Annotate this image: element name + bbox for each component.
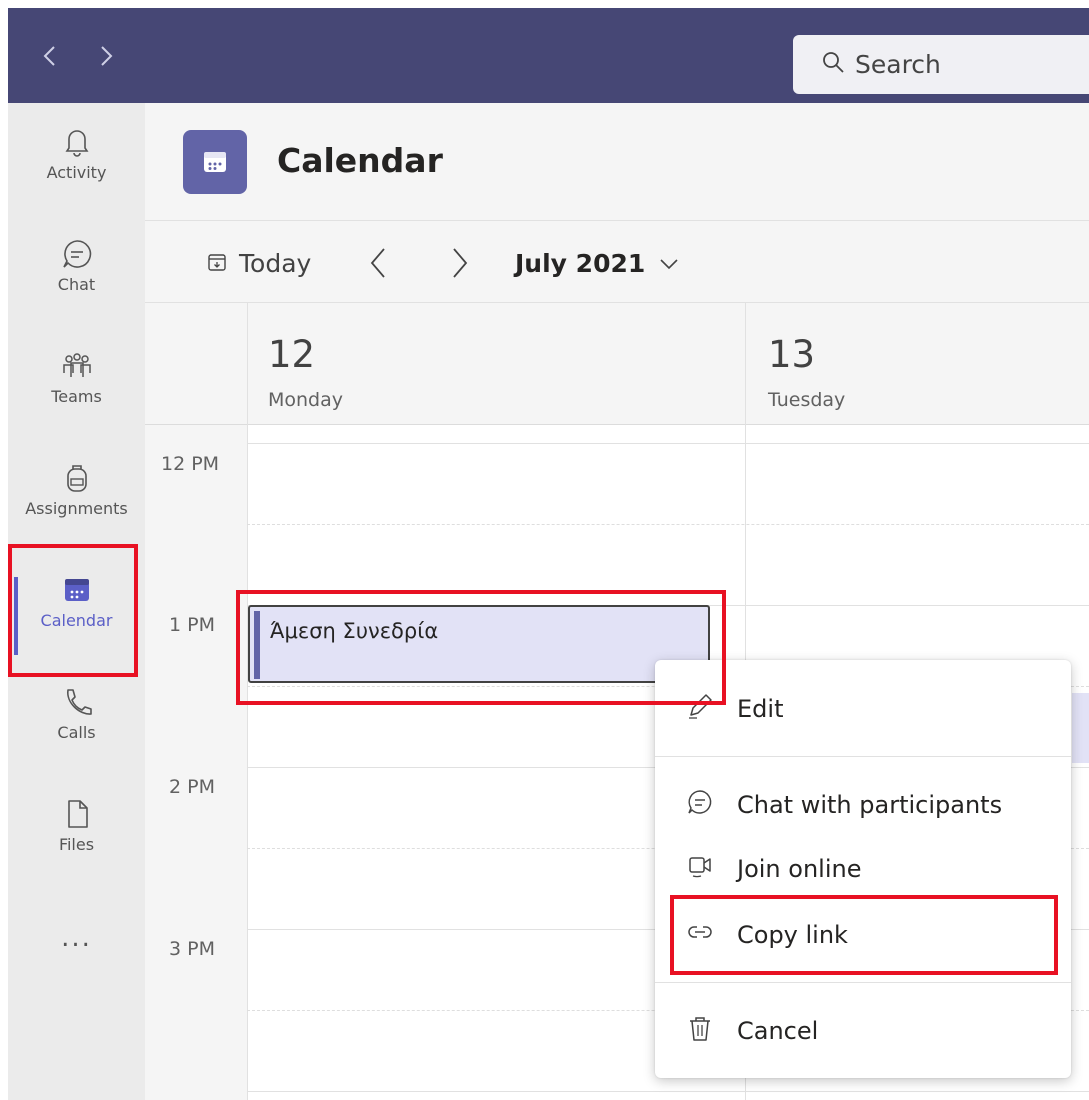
time-label: 2 PM: [169, 776, 215, 798]
tuesday-event[interactable]: [1072, 693, 1089, 763]
file-icon: [60, 783, 94, 831]
rail-item-assignments[interactable]: Assignments: [8, 447, 145, 555]
chat-icon: [60, 223, 94, 271]
backpack-icon: [60, 447, 94, 495]
today-label: Today: [239, 248, 312, 278]
menu-item-join-online[interactable]: Join online: [655, 838, 1071, 900]
rail-item-label: Teams: [51, 387, 102, 406]
hour-line: [247, 443, 1089, 444]
menu-item-label: Chat with participants: [737, 791, 1003, 819]
title-bar: Search: [8, 8, 1089, 103]
chevron-down-icon: [645, 249, 679, 278]
more-apps-icon[interactable]: ...: [8, 923, 145, 953]
rail-item-label: Assignments: [25, 499, 128, 518]
day-name: Monday: [268, 389, 344, 411]
day-number: 13: [768, 333, 816, 376]
half-hour-line: [247, 524, 1089, 525]
menu-divider: [655, 756, 1071, 757]
bell-icon: [60, 111, 94, 159]
previous-week-button[interactable]: [368, 245, 388, 281]
rail-item-activity[interactable]: Activity: [8, 111, 145, 219]
rail-item-teams[interactable]: Teams: [8, 335, 145, 443]
forward-arrow-icon[interactable]: [96, 44, 116, 68]
rail-item-label: Activity: [46, 163, 107, 182]
highlight-copy-link: [670, 895, 1058, 975]
rail-item-label: Files: [58, 835, 95, 854]
hour-line: [247, 1091, 1089, 1092]
video-icon: [685, 851, 737, 887]
highlight-event: [236, 590, 726, 705]
next-week-button[interactable]: [450, 245, 470, 281]
time-label: 3 PM: [169, 938, 215, 960]
back-arrow-icon[interactable]: [40, 44, 60, 68]
search-icon: [821, 50, 855, 80]
rail-item-calls[interactable]: Calls: [8, 671, 145, 779]
calendar-app-icon: [183, 130, 247, 194]
day-name: Tuesday: [768, 389, 846, 411]
page-title: Calendar: [277, 141, 443, 180]
time-label: 12 PM: [161, 453, 220, 475]
time-label: 1 PM: [169, 614, 215, 636]
menu-item-label: Cancel: [737, 1017, 819, 1045]
day-number: 12: [268, 333, 316, 376]
phone-icon: [60, 671, 94, 719]
chat-icon: [685, 787, 737, 823]
search-placeholder: Search: [855, 50, 941, 79]
calendar-toolbar: Today July 2021: [145, 221, 1089, 303]
page-header: Calendar: [145, 103, 1089, 221]
chevron-left-icon: [370, 248, 385, 278]
month-picker[interactable]: July 2021: [515, 243, 679, 283]
today-icon: [207, 249, 239, 278]
rail-item-label: Chat: [57, 275, 96, 294]
rail-item-label: Calls: [57, 723, 96, 742]
menu-item-label: Join online: [737, 855, 862, 883]
rail-item-files[interactable]: Files: [8, 783, 145, 891]
highlight-calendar-rail: [8, 544, 138, 677]
rail-item-chat[interactable]: Chat: [8, 223, 145, 331]
menu-divider: [655, 982, 1071, 983]
today-button[interactable]: Today: [207, 243, 311, 283]
time-gutter: [145, 425, 247, 1100]
event-context-menu: Edit Chat with participants Join online …: [655, 660, 1071, 1078]
chevron-right-icon: [453, 248, 468, 278]
search-box[interactable]: Search: [793, 35, 1089, 94]
teams-icon: [60, 335, 94, 383]
menu-item-chat-with-participants[interactable]: Chat with participants: [655, 774, 1071, 836]
month-label: July 2021: [515, 248, 646, 278]
menu-item-cancel[interactable]: Cancel: [655, 1000, 1071, 1062]
menu-item-label: Edit: [737, 695, 784, 723]
trash-icon: [685, 1013, 737, 1049]
